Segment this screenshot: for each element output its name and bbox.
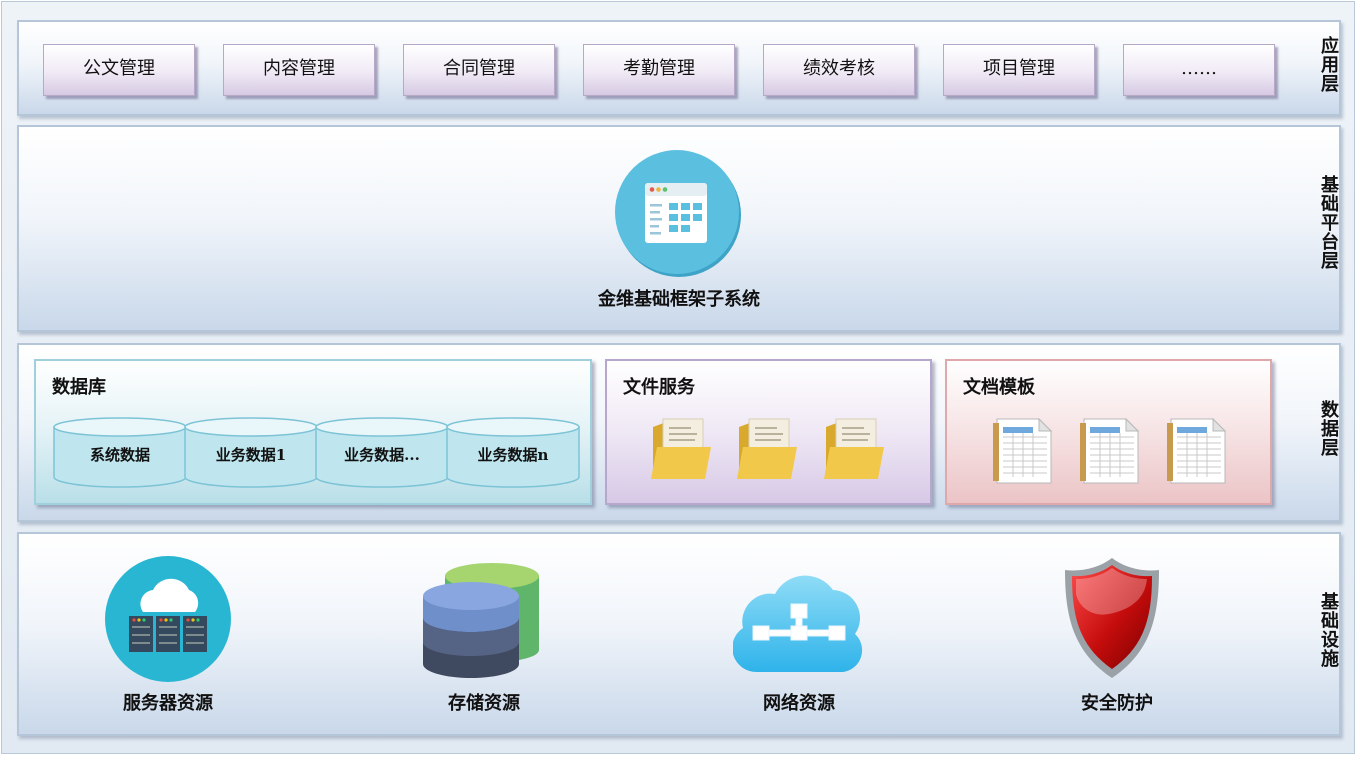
platform-layer: 金维基础框架子系统 基础平台层	[17, 125, 1341, 332]
spreadsheet-document-icon	[1078, 415, 1140, 485]
module-contract[interactable]: 合同管理	[403, 44, 555, 96]
module-attendance[interactable]: 考勤管理	[583, 44, 735, 96]
database-item-label: 系统数据	[89, 446, 150, 464]
module-performance[interactable]: 绩效考核	[763, 44, 915, 96]
shield-icon	[1059, 556, 1165, 680]
security-protection-label: 安全防护	[1081, 693, 1153, 714]
folder-icon	[822, 417, 888, 483]
database-title: 数据库	[52, 377, 106, 398]
database-item-label: 业务数据n	[477, 446, 549, 464]
browser-window-icon	[613, 149, 743, 277]
database-cylinder[interactable]: 业务数据...	[315, 417, 449, 489]
infrastructure-layer-label: 基础设施	[1318, 592, 1339, 668]
framework-subsystem-label: 金维基础框架子系统	[598, 289, 760, 310]
database-panel: 数据库 系统数据 业务数据1 业务数据... 业务数据n	[34, 359, 592, 505]
network-resources-label: 网络资源	[763, 693, 835, 714]
data-layer: 数据库 系统数据 业务数据1 业务数据... 业务数据n 文件服务 文档模板 数…	[17, 343, 1341, 522]
module-project[interactable]: 项目管理	[943, 44, 1095, 96]
network-cloud-icon	[732, 554, 863, 678]
folder-icon	[735, 417, 801, 483]
platform-layer-label: 基础平台层	[1318, 175, 1339, 270]
database-cylinder[interactable]: 业务数据1	[184, 417, 318, 489]
database-item-label: 业务数据1	[215, 446, 287, 464]
database-cylinder[interactable]: 系统数据	[53, 417, 187, 489]
document-template-panel: 文档模板	[945, 359, 1272, 505]
spreadsheet-document-icon	[1165, 415, 1227, 485]
data-layer-label: 数据层	[1318, 400, 1339, 457]
file-service-title: 文件服务	[623, 377, 695, 398]
storage-resources-label: 存储资源	[448, 693, 520, 714]
spreadsheet-document-icon	[991, 415, 1053, 485]
document-template-title: 文档模板	[963, 377, 1035, 398]
file-service-panel: 文件服务	[605, 359, 932, 505]
server-resources-label: 服务器资源	[123, 693, 213, 714]
folder-icon	[649, 417, 715, 483]
application-layer: 公文管理 内容管理 合同管理 考勤管理 绩效考核 项目管理 …… 应用层	[17, 20, 1341, 116]
database-cylinder[interactable]: 业务数据n	[446, 417, 580, 489]
database-item-label: 业务数据...	[344, 446, 420, 464]
server-cloud-icon	[103, 554, 233, 684]
application-layer-label: 应用层	[1318, 36, 1339, 93]
module-more[interactable]: ……	[1123, 44, 1275, 96]
module-official-documents[interactable]: 公文管理	[43, 44, 195, 96]
module-content[interactable]: 内容管理	[223, 44, 375, 96]
infrastructure-layer: 服务器资源 存储资源 网络资源 安全防护 基础设施	[17, 532, 1341, 736]
storage-stack-icon	[417, 558, 547, 682]
